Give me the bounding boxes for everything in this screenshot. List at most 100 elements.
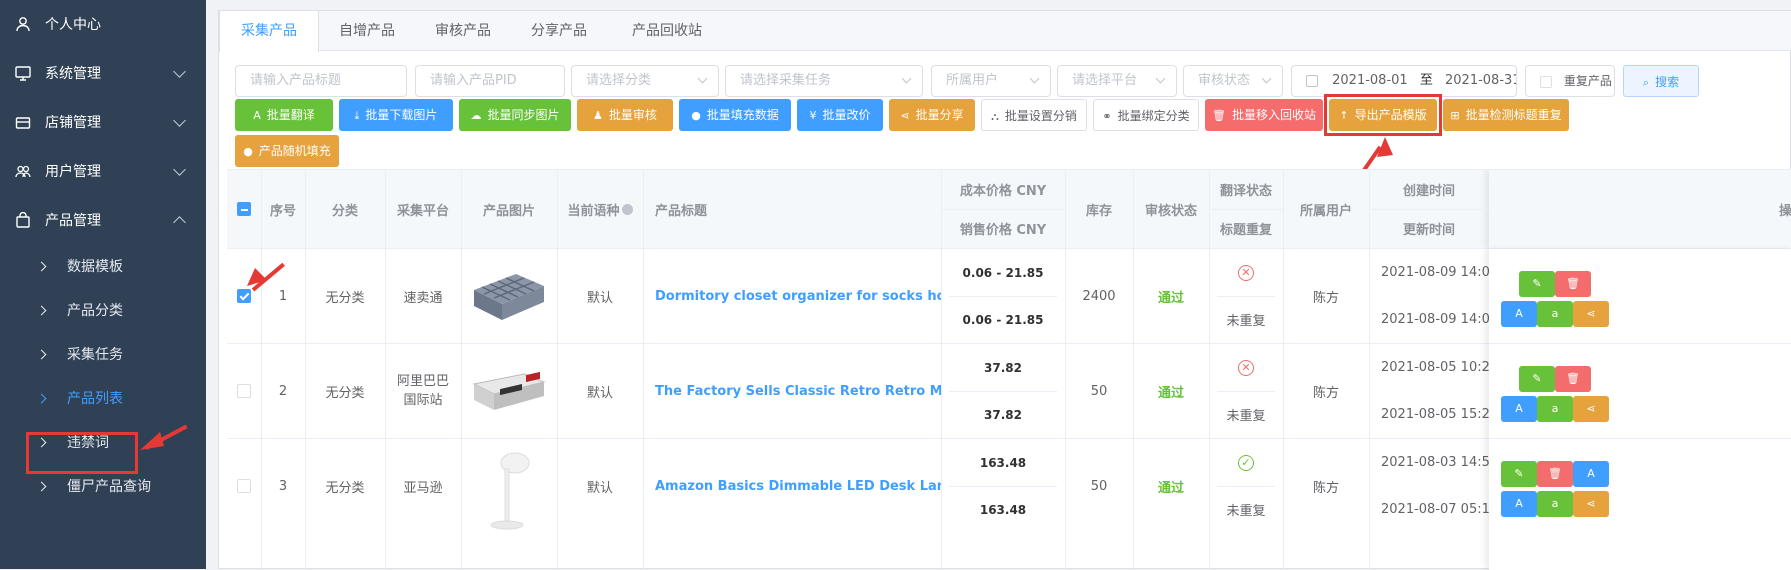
tab-review-products[interactable]: 审核产品 (415, 11, 511, 51)
chevron-right-icon (36, 349, 47, 359)
sidebar-item-personal-center[interactable]: 个人中心 (0, 0, 206, 48)
duplicate-filter[interactable]: 重复产品 (1525, 65, 1615, 97)
collect-task-select[interactable]: 请选择采集任务 (725, 65, 923, 97)
share-button[interactable]: ⋖ (1573, 491, 1609, 517)
row-no: 3 (278, 478, 288, 494)
batch-change-price-button[interactable]: ¥ 批量改价 (797, 99, 883, 131)
bag-icon (15, 211, 31, 228)
chevron-down-icon (1261, 73, 1272, 84)
product-title-link[interactable]: Amazon Basics Dimmable LED Desk Lamp fo.… (643, 439, 941, 533)
sidebar-item-shop[interactable]: 店铺管理 (0, 98, 206, 146)
platform-select[interactable]: 请选择平台 (1057, 65, 1177, 97)
batch-check-title-dup-button[interactable]: ⊞ 批量检测标题重复 (1443, 99, 1569, 131)
random-fill-button[interactable]: ● 产品随机填充 (235, 135, 339, 167)
row-checkbox[interactable] (237, 384, 251, 398)
row-owner: 陈方 (1312, 290, 1339, 306)
sidebar-item-system[interactable]: 系统管理 (0, 49, 206, 97)
annotation-box (26, 432, 138, 474)
owner-select[interactable]: 所属用户 (931, 65, 1051, 97)
translate-icon: A (1515, 307, 1523, 320)
title-search-input[interactable]: 请输入产品标题 (235, 65, 407, 97)
row-language: 默认 (586, 385, 613, 401)
button-label: 产品随机填充 (258, 144, 331, 158)
sidebar-subitem-collect-task[interactable]: 采集任务 (0, 332, 206, 376)
share-button[interactable]: ⋖ (1573, 396, 1609, 422)
delete-button[interactable]: 🗑 (1555, 366, 1591, 392)
amazon-button[interactable]: a (1537, 396, 1573, 422)
review-status-select[interactable]: 审核状态 (1183, 65, 1283, 97)
placeholder: 请选择分类 (586, 73, 652, 88)
sidebar-item-label: 店铺管理 (45, 115, 101, 131)
row-updated: 2021-08-09 14:00:4 (1381, 312, 1489, 327)
header-ops: 操 (1489, 170, 1791, 248)
batch-translate-button[interactable]: A 批量翻译 (235, 99, 333, 131)
share-button[interactable]: ⋖ (1573, 301, 1609, 327)
translate-button[interactable]: A (1501, 491, 1537, 517)
search-icon: ⌕ (1642, 76, 1650, 89)
batch-fill-data-button[interactable]: ● 批量填充数据 (679, 99, 791, 131)
platform-line1: 阿里巴巴 (396, 374, 449, 389)
chevron-down-icon (1029, 73, 1040, 84)
batch-sync-images-button[interactable]: ☁ 批量同步图片 (459, 99, 571, 131)
delete-button[interactable]: 🗑 (1537, 461, 1573, 487)
button-label: 批量审核 (608, 108, 657, 122)
header-title: 产品标题 (643, 170, 941, 248)
button-label: 批量设置分销 (1004, 109, 1077, 123)
amazon-button[interactable]: a (1537, 301, 1573, 327)
batch-bind-category-button[interactable]: ⚭ 批量绑定分类 (1093, 99, 1199, 131)
sidebar-subitem-product-category[interactable]: 产品分类 (0, 288, 206, 332)
select-all-checkbox[interactable] (237, 202, 251, 216)
row-checkbox[interactable] (237, 289, 251, 303)
batch-set-distribution-button[interactable]: ⛬ 批量设置分销 (981, 99, 1087, 131)
row-owner: 陈方 (1312, 385, 1339, 401)
ops-column: ✎ 🗑 A a ⋖ ✎ 🗑 A a ⋖ ✎ 🗑 A A a ⋖ (1489, 249, 1791, 570)
product-title-link[interactable]: The Factory Sells Classic Retro Retro Mi… (643, 344, 941, 438)
product-image[interactable] (461, 439, 557, 533)
sidebar-item-products[interactable]: 产品管理 (0, 196, 206, 244)
tab-collected-products[interactable]: 采集产品 (219, 11, 319, 52)
tab-self-added-products[interactable]: 自增产品 (319, 11, 415, 51)
tab-recycle-bin[interactable]: 产品回收站 (607, 11, 727, 51)
button-label: 批量填充数据 (706, 108, 779, 122)
share-icon: ⋖ (1586, 307, 1596, 320)
sidebar-subitem-product-list[interactable]: 产品列表 (0, 376, 206, 420)
delete-button[interactable]: 🗑 (1555, 271, 1591, 297)
product-image[interactable] (461, 249, 557, 343)
link-icon: ⚭ (1102, 110, 1112, 123)
button-label: 批量检测标题重复 (1465, 108, 1562, 122)
row-checkbox[interactable] (237, 479, 251, 493)
tab-shared-products[interactable]: 分享产品 (511, 11, 607, 51)
header-select-all[interactable] (227, 170, 261, 248)
header-title-dup: 标题重复 (1209, 209, 1283, 248)
batch-move-to-recycle-button[interactable]: 🗑 批量移入回收站 (1205, 99, 1323, 131)
translate-button[interactable]: A (1501, 301, 1537, 327)
batch-review-button[interactable]: ♟ 批量审核 (577, 99, 673, 131)
sidebar-subitem-data-template[interactable]: 数据模板 (0, 244, 206, 288)
check-circle-icon: ✓ (1238, 454, 1254, 471)
edit-button[interactable]: ✎ (1519, 271, 1555, 297)
row-created: 2021-08-05 10:26:5 (1381, 360, 1489, 375)
sidebar-item-users[interactable]: 用户管理 (0, 147, 206, 195)
batch-download-images-button[interactable]: ⤓ 批量下载图片 (339, 99, 453, 131)
row-select[interactable] (227, 439, 261, 533)
row-translate-status: ✕ (1209, 249, 1283, 296)
row-category: 无分类 (325, 385, 365, 401)
date-range-picker[interactable]: 2021-08-01 至 2021-08-31 (1291, 65, 1517, 97)
translate-icon: A (1515, 402, 1523, 415)
pid-search-input[interactable]: 请输入产品PID (415, 65, 565, 97)
search-button[interactable]: ⌕ 搜索 (1623, 65, 1699, 97)
product-image[interactable] (461, 344, 557, 438)
row-select[interactable] (227, 344, 261, 438)
amazon-button[interactable]: a (1537, 491, 1573, 517)
translate-button[interactable]: A (1573, 461, 1609, 487)
duplicate-checkbox[interactable] (1540, 75, 1552, 88)
category-select[interactable]: 请选择分类 (571, 65, 719, 97)
edit-button[interactable]: ✎ (1519, 366, 1555, 392)
row-updated: 2021-08-05 15:29:2 (1381, 407, 1489, 422)
batch-share-button[interactable]: ⋖ 批量分享 (889, 99, 975, 131)
product-title-link[interactable]: Dormitory closet organizer for socks hom… (643, 249, 941, 343)
sidebar-subitem-label: 产品列表 (67, 391, 123, 407)
row-owner: 陈方 (1312, 480, 1339, 496)
edit-button[interactable]: ✎ (1501, 461, 1537, 487)
translate-button[interactable]: A (1501, 396, 1537, 422)
